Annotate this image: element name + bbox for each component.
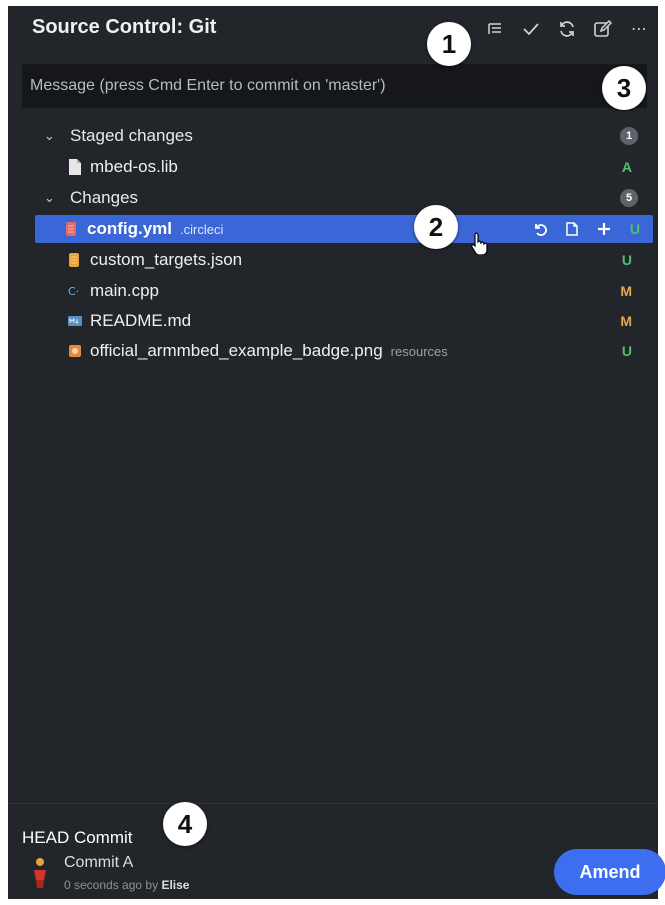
- open-file-icon[interactable]: [563, 220, 581, 238]
- file-icon: [68, 159, 82, 175]
- changed-file-row[interactable]: custom_targets.json U: [38, 246, 648, 274]
- file-status: M: [620, 283, 632, 299]
- file-directory: .circleci: [180, 221, 224, 237]
- checkmark-icon[interactable]: [520, 18, 542, 40]
- svg-text:C·: C·: [68, 285, 79, 298]
- staged-file-row[interactable]: mbed-os.lib A: [38, 153, 648, 181]
- changed-file-row[interactable]: official_armmbed_example_badge.png resou…: [38, 337, 648, 365]
- commit-message-input[interactable]: Message (press Cmd Enter to commit on 'm…: [22, 64, 647, 108]
- image-file-icon: [68, 343, 82, 359]
- chevron-down-icon: ⌄: [44, 190, 55, 205]
- file-status: A: [621, 159, 632, 175]
- changed-file-row-selected[interactable]: config.yml .circleci U: [35, 215, 653, 243]
- avatar: [30, 854, 50, 892]
- cpp-file-icon: C·: [68, 283, 82, 299]
- tree-view-icon[interactable]: [484, 18, 506, 40]
- file-name: main.cpp: [90, 281, 159, 300]
- yaml-file-icon: [65, 221, 79, 237]
- staged-changes-label: Staged changes: [70, 126, 193, 145]
- file-status: M: [620, 313, 632, 329]
- stage-plus-icon[interactable]: [595, 220, 613, 238]
- commit-time: 0 seconds ago: [64, 878, 143, 892]
- callout-2: 2: [414, 205, 458, 249]
- callout-4: 4: [163, 802, 207, 846]
- file-name: README.md: [90, 311, 192, 330]
- callout-3: 3: [602, 66, 646, 110]
- file-status: U: [621, 252, 632, 268]
- file-status: U: [629, 221, 640, 237]
- callout-1: 1: [427, 22, 471, 66]
- file-status: U: [621, 343, 632, 359]
- markdown-file-icon: [68, 313, 82, 329]
- file-name: official_armmbed_example_badge.png: [90, 341, 383, 360]
- more-icon[interactable]: ⋯: [628, 18, 650, 40]
- panel-toolbar: ⋯: [484, 18, 650, 40]
- changes-label: Changes: [70, 188, 139, 207]
- file-directory: resources: [390, 343, 448, 359]
- changes-header[interactable]: ⌄ Changes 5: [8, 183, 658, 213]
- file-name: mbed-os.lib: [90, 157, 178, 176]
- changed-file-row[interactable]: C· main.cpp M: [38, 277, 648, 305]
- section-divider: [8, 803, 658, 804]
- panel-header: Source Control: Git ⋯: [8, 6, 658, 56]
- json-file-icon: [68, 252, 82, 268]
- commit-name: Commit A: [64, 854, 134, 871]
- discard-icon[interactable]: [531, 220, 549, 238]
- staged-changes-header[interactable]: ⌄ Staged changes 1: [8, 121, 658, 151]
- amend-button[interactable]: Amend: [554, 849, 665, 895]
- commit-by: by: [145, 878, 159, 892]
- edit-icon[interactable]: [592, 18, 614, 40]
- panel-title: Source Control: Git: [32, 16, 217, 38]
- file-name: custom_targets.json: [90, 250, 243, 269]
- file-name: config.yml: [87, 219, 173, 238]
- refresh-icon[interactable]: [556, 18, 578, 40]
- changes-count-badge: 5: [620, 189, 638, 207]
- hand-cursor-icon: [470, 231, 490, 256]
- staged-count-badge: 1: [620, 127, 638, 145]
- changed-file-row[interactable]: README.md M: [38, 307, 648, 335]
- row-actions: [531, 220, 613, 238]
- head-commit-title: HEAD Commit: [22, 828, 133, 847]
- chevron-down-icon: ⌄: [44, 128, 55, 143]
- commit-author: Elise: [161, 878, 190, 892]
- commit-meta: 0 seconds ago by Elise: [64, 878, 189, 892]
- source-control-panel: Source Control: Git ⋯ Message (press Cmd…: [8, 6, 665, 899]
